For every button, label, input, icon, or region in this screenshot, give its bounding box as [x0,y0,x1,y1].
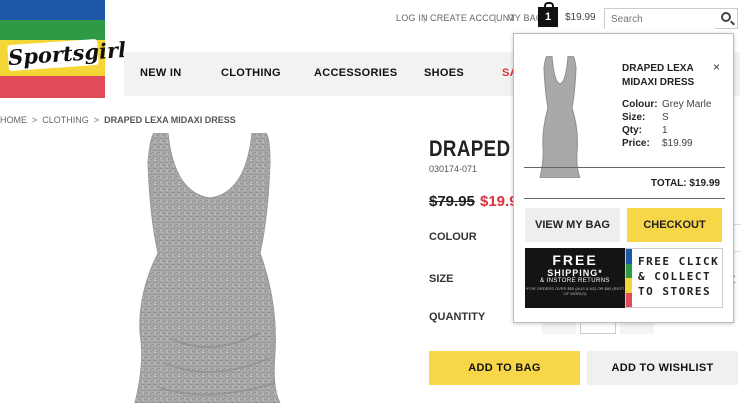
promo-fineprint: *FOR ORDERS OVER $50 (AUS & NZ) OR $80 (… [525,286,625,296]
logo-stripe-green [0,20,105,40]
create-account-link[interactable]: CREATE ACCOUNT [430,13,515,23]
mini-bag-dropdown: DRAPED LEXA MIDAXI DRESS × Colour: Grey … [513,33,734,323]
mini-bag-product-name[interactable]: DRAPED LEXA MIDAXI DRESS [622,62,714,90]
colour-label: COLOUR [429,231,477,243]
detail-size-value: S [662,112,669,123]
click-collect-text: FREE CLICK & COLLECT TO STORES [638,254,719,299]
sale-price: $19.9 [480,193,518,210]
quantity-label: QUANTITY [429,311,486,323]
add-to-wishlist-button[interactable]: ADD TO WISHLIST [587,351,738,385]
nav-item-shoes[interactable]: SHOES [424,67,464,79]
click-collect-banner[interactable]: FREE CLICK & COLLECT TO STORES [625,248,723,308]
free-shipping-banner[interactable]: FREE SHIPPING* & INSTORE RETURNS *FOR OR… [525,248,625,308]
checkout-button[interactable]: CHECKOUT [627,208,722,242]
breadcrumb: HOME > CLOTHING > DRAPED LEXA MIDAXI DRE… [0,115,236,125]
view-my-bag-button[interactable]: VIEW MY BAG [525,208,620,242]
nav-item-new-in[interactable]: NEW IN [140,67,182,79]
logo-stripe-red [0,76,105,98]
product-image[interactable] [110,133,305,403]
detail-qty-value: 1 [662,125,668,136]
detail-label: Qty: [622,125,642,136]
breadcrumb-home[interactable]: HOME [0,115,27,125]
breadcrumb-separator: > [32,115,38,125]
remove-item-icon[interactable]: × [713,60,720,74]
promo-subheadline: SHIPPING* [547,268,603,278]
mini-bag-product-image[interactable] [530,56,590,178]
nav-item-accessories[interactable]: ACCESSORIES [314,67,397,79]
breadcrumb-clothing[interactable]: CLOTHING [42,115,89,125]
promo-returns: & INSTORE RETURNS [540,278,610,284]
util-separator: | [494,13,497,23]
detail-price-value: $19.99 [662,138,693,149]
product-sku: 030174-071 [429,164,478,174]
color-bars [626,249,632,307]
logo-stripe-blue [0,0,105,20]
detail-colour-value: Grey Marle [662,99,712,110]
divider [524,198,725,199]
shopping-bag-icon[interactable]: 1 [538,2,558,27]
search-icon[interactable] [721,12,731,22]
size-label: SIZE [429,273,454,285]
promo-line: TO STORES [638,285,712,298]
add-to-bag-button[interactable]: ADD TO BAG [429,351,580,385]
promo-line: FREE CLICK [638,255,720,268]
breadcrumb-current: DRAPED LEXA MIDAXI DRESS [104,115,236,125]
divider [524,167,725,168]
promo-line: & COLLECT [638,270,712,283]
search-input[interactable] [605,10,715,29]
detail-label: Price: [622,138,650,149]
detail-label: Size: [622,112,646,123]
was-price: $79.95 [429,193,475,210]
search-box[interactable] [604,8,738,29]
bag-total[interactable]: $19.99 [565,12,596,23]
detail-label: Colour: [622,99,658,110]
nav-item-clothing[interactable]: CLOTHING [221,67,281,79]
util-separator: | [423,13,426,23]
sportsgirl-logo[interactable]: Sportsgirl [0,0,127,98]
breadcrumb-separator: > [93,115,100,125]
promo-headline: FREE [552,252,598,268]
mini-bag-total: TOTAL: $19.99 [650,178,720,189]
